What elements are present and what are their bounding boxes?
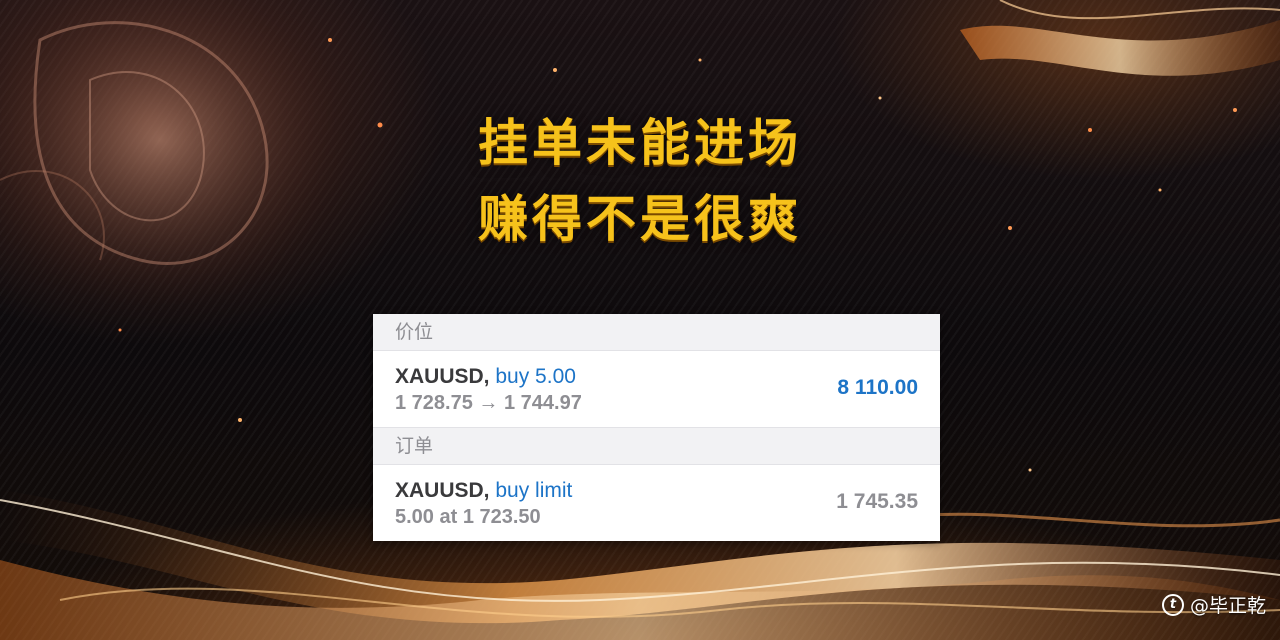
headline-line-1: 挂单未能进场 <box>478 114 802 172</box>
position-price-detail: 1 728.75 → 1 744.97 <box>395 392 582 414</box>
trade-list-panel: 价位 XAUUSD, buy 5.00 1 728.75 → 1 744.97 … <box>373 314 940 541</box>
watermark-text: @毕正乾 <box>1189 595 1266 617</box>
positions-section-header: 价位 <box>373 314 940 351</box>
poster-background: 挂单未能进场 赚得不是很爽 价位 XAUUSD, buy 5.00 1 728.… <box>0 0 1280 640</box>
order-detail: 5.00 at 1 723.50 <box>395 506 541 528</box>
position-profit: 8 110.00 <box>837 376 918 399</box>
order-current-price: 1 745.35 <box>836 490 918 513</box>
order-row[interactable]: XAUUSD, buy limit 5.00 at 1 723.50 1 745… <box>373 465 940 542</box>
toutiao-logo-icon: t <box>1161 593 1184 616</box>
headline-line-2: 赚得不是很爽 <box>478 190 802 248</box>
position-action: buy 5.00 <box>495 365 576 388</box>
order-symbol: XAUUSD, <box>395 479 490 502</box>
position-row[interactable]: XAUUSD, buy 5.00 1 728.75 → 1 744.97 8 1… <box>373 351 940 428</box>
author-watermark: t @毕正乾 <box>1161 591 1266 618</box>
position-symbol: XAUUSD, <box>395 365 490 388</box>
orders-section-header: 订单 <box>373 428 940 465</box>
order-action: buy limit <box>495 479 573 502</box>
position-title: XAUUSD, buy 5.00 <box>395 365 576 389</box>
order-title: XAUUSD, buy limit <box>395 479 572 503</box>
